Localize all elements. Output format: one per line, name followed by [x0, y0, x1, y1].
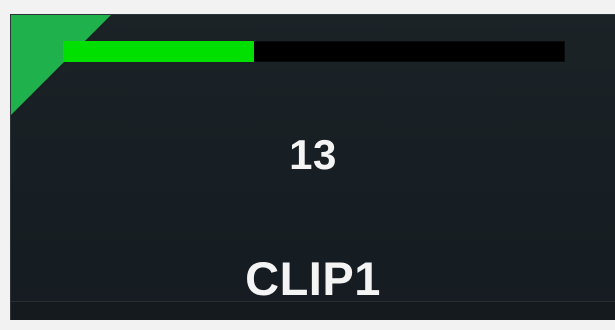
active-corner-marker [11, 15, 111, 115]
clip-progress-bar [63, 41, 565, 62]
tile-bottom-strip [11, 301, 615, 320]
clip-tile[interactable]: 13 CLIP1 [10, 14, 615, 320]
clip-name: CLIP1 [245, 252, 381, 305]
clip-value: 13 [289, 131, 337, 178]
clip-progress-fill [63, 41, 254, 62]
